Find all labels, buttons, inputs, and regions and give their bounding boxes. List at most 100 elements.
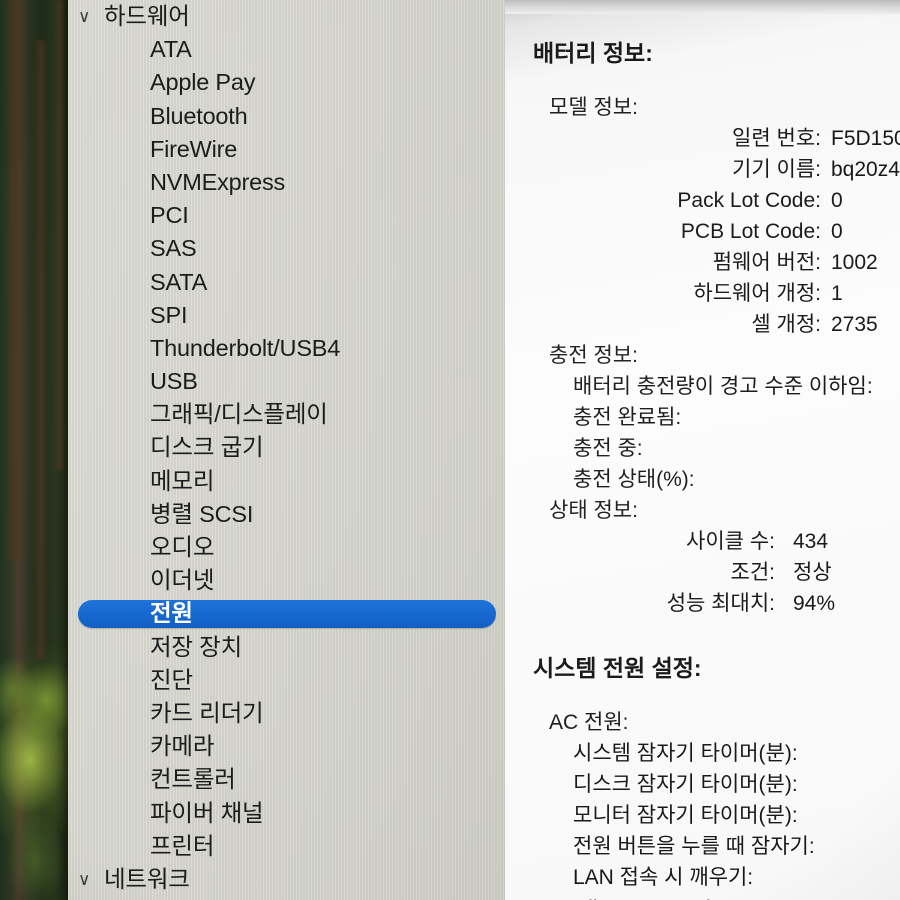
sidebar-item-firewire[interactable]: FireWire [68,133,505,166]
sidebar-item-label: 오디오 [150,534,215,560]
sidebar-item-label: FireWire [150,135,238,162]
sidebar-item-camera[interactable]: 카메라 [68,730,505,763]
sidebar-item-audio[interactable]: 오디오 [68,531,505,564]
row-label: 충전 중: [573,437,643,460]
sidebar-item-sas[interactable]: SAS [68,232,505,265]
row-value: 434 [793,530,829,553]
row-label: 디스크 잠자기 타이머(분): [573,773,798,796]
row-label: 배터리 충전량이 경고 수준 이하임: [573,375,873,398]
row-value: 94% [793,592,836,615]
sidebar-item-memory[interactable]: 메모리 [68,465,505,498]
sidebar-item-label: USB [150,368,198,395]
ac-power-rows: 시스템 잠자기 타이머(분): 1 디스크 잠자기 타이머(분): 10 모니터… [533,738,900,900]
sidebar-item-storage[interactable]: 저장 장치 [68,631,505,664]
detail-panel: 배터리 정보: 모델 정보: 일련 번호: F5D1506DW 기기 이름: b… [505,0,900,900]
sidebar-item-fibre-channel[interactable]: 파이버 채널 [68,797,505,830]
row-cycle-count: 사이클 수: 434 [533,526,900,557]
status-info-rows: 사이클 수: 434 조건: 정상 성능 최대치: 94% [533,526,900,619]
row-sleep-on-power-button: 전원 버튼을 누를 때 잠자기: 예 [533,831,900,862]
status-info-title: 상태 정보: [549,499,638,522]
row-label: 성능 최대치: [666,592,775,615]
sidebar-item-nvmexpress[interactable]: NVMExpress [68,166,505,199]
sidebar-item-label: Thunderbolt/USB4 [150,334,341,361]
sidebar-item-power[interactable]: 전원 [68,597,505,630]
desktop-wallpaper [0,0,72,900]
sidebar-item-controller[interactable]: 컨트롤러 [68,763,505,796]
row-label: 펌웨어 버전: [712,251,821,274]
sidebar-item-bluetooth[interactable]: Bluetooth [68,100,505,133]
sidebar-item-label: 카메라 [150,733,215,760]
sidebar-item-usb[interactable]: USB [68,365,505,398]
row-value: 0 [831,189,843,212]
row-maximum-capacity: 성능 최대치: 94% [533,588,900,619]
sidebar-item-wifi[interactable]: Wi-Fi [68,896,505,900]
sidebar-group-network[interactable]: ∨ 네트워크 [68,863,505,896]
sidebar[interactable]: ∨ 하드웨어 ATA Apple Pay Bluetooth FireWire N… [68,0,505,900]
row-label: 충전 상태(%): [573,468,695,491]
sidebar-item-label: 디스크 굽기 [150,434,264,461]
row-value: F5D1506DW [831,127,900,150]
row-pack-lot-code: Pack Lot Code: 0 [533,185,900,216]
sidebar-item-label: ATA [150,36,192,63]
row-condition: 조건: 정상 [533,557,900,588]
row-label: Pack Lot Code: [677,189,821,212]
sidebar-item-label: 파이버 채널 [150,799,264,826]
sidebar-item-sata[interactable]: SATA [68,266,505,299]
row-label: Hibernate Mode: [533,893,900,900]
row-label: LAN 접속 시 깨우기: [573,866,754,889]
sidebar-group-hardware-label: 하드웨어 [104,3,190,29]
sidebar-item-label: 그래픽/디스플레이 [150,401,328,428]
sidebar-item-parallel-scsi[interactable]: 병렬 SCSI [68,498,505,531]
sidebar-group-hardware[interactable]: ∨ 하드웨어 [68,0,505,33]
row-pcb-lot-code: PCB Lot Code: 0 [533,216,900,247]
sidebar-item-card-reader[interactable]: 카드 리더기 [68,697,505,730]
sidebar-item-pci[interactable]: PCI [68,199,505,232]
row-label: 하드웨어 개정: [693,282,821,305]
sidebar-item-apple-pay[interactable]: Apple Pay [68,66,505,99]
row-hardware-revision: 하드웨어 개정: 1 [533,278,900,309]
chevron-down-icon[interactable]: ∨ [78,0,104,33]
ac-power-title: AC 전원: [549,711,629,734]
sidebar-item-graphics-displays[interactable]: 그래픽/디스플레이 [68,398,505,431]
row-wake-on-lan: LAN 접속 시 깨우기: 예 [533,862,900,893]
sidebar-item-label: Bluetooth [150,102,248,129]
sidebar-item-label: PCI [150,202,189,229]
sidebar-item-label: 카드 리더기 [150,699,264,726]
sidebar-item-diagnostics[interactable]: 진단 [68,664,505,697]
sidebar-item-ethernet[interactable]: 이더넷 [68,564,505,597]
row-label: 셀 개정: [751,313,821,336]
chevron-down-icon[interactable]: ∨ [78,863,104,896]
row-label: 조건: [730,561,775,584]
row-value: 0 [831,220,843,243]
sidebar-item-label: 병렬 SCSI [150,500,254,527]
row-firmware-version: 펌웨어 버전: 1002 [533,247,900,278]
charge-info-rows: 배터리 충전량이 경고 수준 이하임: 충전 완료됨: 충전 중: 충전 상태(… [533,371,900,495]
charge-info-title: 충전 정보: [549,344,638,367]
sidebar-item-spi[interactable]: SPI [68,299,505,332]
sidebar-item-disc-burning[interactable]: 디스크 굽기 [68,431,505,464]
sidebar-item-printers[interactable]: 프린터 [68,830,505,863]
row-hibernate-mode: Hibernate Mode: 3 [533,893,900,900]
sidebar-item-thunderbolt-usb4[interactable]: Thunderbolt/USB4 [68,332,505,365]
row-value: 정상 [793,561,832,584]
row-display-sleep-timer: 모니터 잠자기 타이머(분): 10 [533,800,900,831]
sidebar-item-label: SATA [150,268,208,295]
sidebar-item-label: 이더넷 [150,567,215,594]
row-below-warn-level: 배터리 충전량이 경고 수준 이하임: [533,371,900,402]
screen-photo: ∨ 하드웨어 ATA Apple Pay Bluetooth FireWire N… [0,0,900,900]
selection-highlight [78,599,496,628]
system-information-window: ∨ 하드웨어 ATA Apple Pay Bluetooth FireWire N… [68,0,900,900]
row-charging: 충전 중: [533,433,900,464]
row-value: 1002 [831,251,878,274]
sidebar-item-ata[interactable]: ATA [68,33,505,66]
row-label: PCB Lot Code: [680,220,821,243]
sidebar-item-label: SPI [150,301,188,328]
row-cell-revision: 셀 개정: 2735 [533,309,900,340]
row-label: 모니터 잠자기 타이머(분): [573,804,798,827]
row-label: 기기 이름: [732,158,821,181]
row-value: bq20z451 [831,158,900,181]
sidebar-item-label: 전원 [150,600,193,627]
sidebar-item-label: 프린터 [150,832,215,859]
battery-info-title: 배터리 정보: [533,40,653,66]
row-label: 전원 버튼을 누를 때 잠자기: [573,835,815,858]
